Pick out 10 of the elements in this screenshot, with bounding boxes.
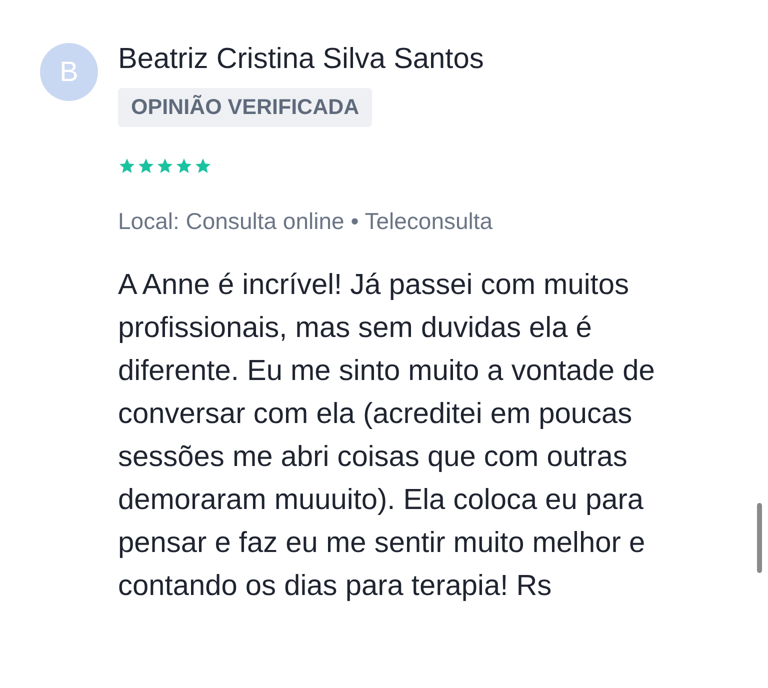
review-text: A Anne é incrível! Já passei com muitos profissionais, mas sem duvidas ela é diferente. Eu me sinto muito a vontade de conversar com ela (acreditei em poucas sessões me abri coisas que com outras demoraram muuuito). Ela coloca eu para pensar e faz eu me sentir muito melhor e contando os dias para terapia! Rs bbox=[118, 268, 656, 604]
star-icon bbox=[156, 157, 174, 175]
scrollbar bbox=[757, 503, 762, 573]
star-icon bbox=[175, 157, 193, 175]
location-text: Local: Consulta online • Teleconsulta bbox=[118, 208, 493, 234]
star-icon bbox=[194, 157, 212, 175]
verified-badge: OPINIÃO VERIFICADA bbox=[118, 88, 372, 127]
reviewer-name: Beatriz Cristina Silva Santos bbox=[118, 43, 484, 75]
star-icon bbox=[137, 157, 155, 175]
star-icon bbox=[118, 157, 136, 175]
